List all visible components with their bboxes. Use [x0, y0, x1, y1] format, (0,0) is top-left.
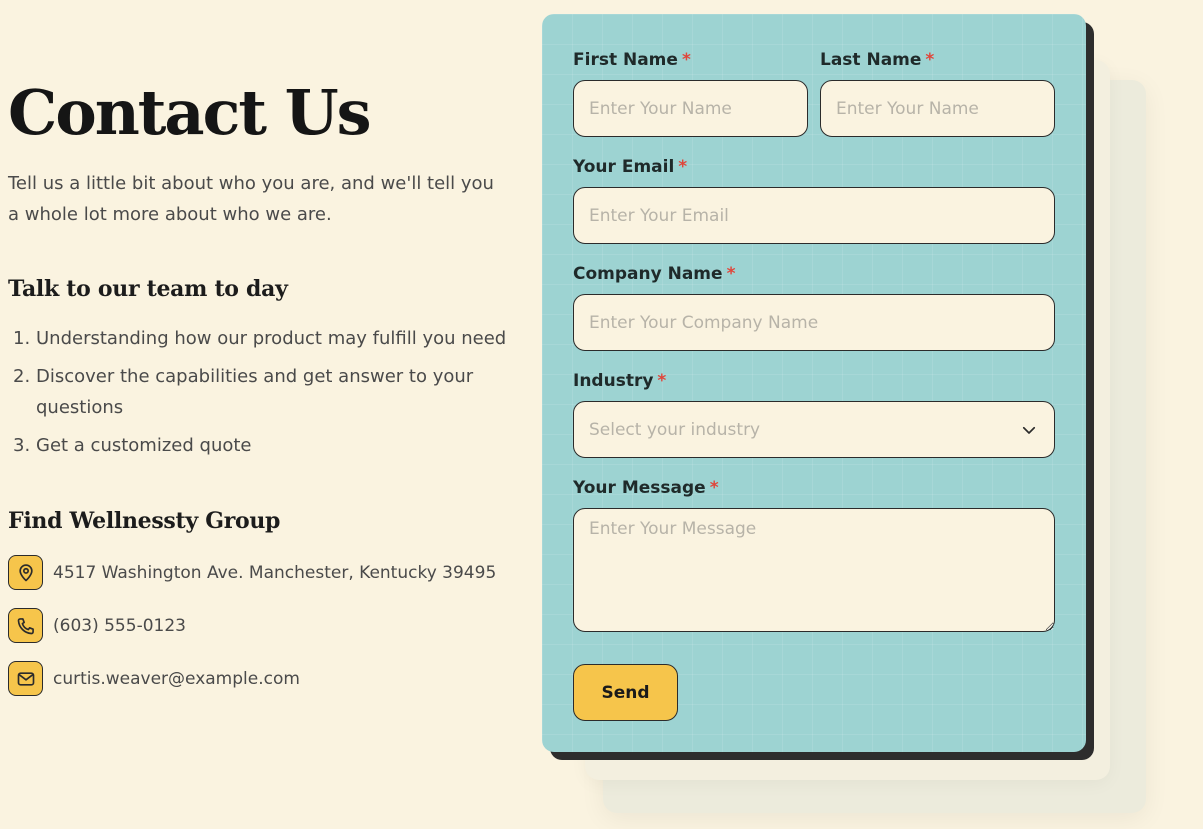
map-pin-icon	[8, 555, 43, 590]
list-item: 1. Understanding how our product may ful…	[8, 323, 518, 354]
address-text: 4517 Washington Ave. Manchester, Kentuck…	[53, 562, 497, 583]
last-name-input[interactable]	[820, 80, 1055, 137]
company-label: Company Name *	[573, 264, 736, 284]
mail-icon	[8, 661, 43, 696]
address-row: 4517 Washington Ave. Manchester, Kentuck…	[8, 555, 496, 590]
required-mark: *	[678, 157, 688, 177]
send-button[interactable]: Send	[573, 664, 678, 721]
chevron-down-icon	[1022, 426, 1036, 434]
step-number: 2.	[13, 366, 31, 387]
first-name-label: First Name *	[573, 50, 691, 70]
phone-text: (603) 555-0123	[53, 615, 186, 636]
first-name-input[interactable]	[573, 80, 808, 137]
required-mark: *	[681, 50, 691, 70]
industry-label: Industry *	[573, 371, 667, 391]
message-label: Your Message *	[573, 478, 719, 498]
step-number: 1.	[13, 328, 31, 349]
step-number: 3.	[13, 435, 31, 456]
step-text: Understanding how our product may fulfil…	[36, 328, 507, 349]
step-text: Get a customized quote	[36, 435, 252, 456]
find-heading: Find Wellnessty Group	[8, 508, 281, 534]
phone-icon	[8, 608, 43, 643]
intro-text: Tell us a little bit about who you are, …	[8, 173, 494, 225]
list-item: 3. Get a customized quote	[8, 430, 518, 461]
contact-form: First Name* Last Name* Your Email* Compa…	[542, 14, 1086, 752]
message-field: Your Message *	[573, 478, 1055, 632]
email-field: Your Email *	[573, 157, 1055, 244]
last-name-field: Last Name *	[820, 50, 1055, 137]
list-item: 2. Discover the capabilities and get ans…	[8, 361, 518, 423]
required-mark: *	[726, 264, 736, 284]
email-row: curtis.weaver@example.com	[8, 661, 300, 696]
company-field: Company Name *	[573, 264, 1055, 351]
first-name-field: First Name *	[573, 50, 808, 137]
industry-select[interactable]: Select your industry	[573, 401, 1055, 458]
company-input[interactable]	[573, 294, 1055, 351]
required-mark: *	[925, 50, 935, 70]
required-mark: *	[709, 478, 719, 498]
required-mark: *	[657, 371, 667, 391]
talk-heading: Talk to our team to day	[8, 276, 288, 302]
last-name-label: Last Name *	[820, 50, 935, 70]
email-text: curtis.weaver@example.com	[53, 668, 300, 689]
steps-list: 1. Understanding how our product may ful…	[8, 323, 518, 468]
phone-row: (603) 555-0123	[8, 608, 186, 643]
industry-field: Industry * Select your industry	[573, 371, 1055, 458]
step-text: Discover the capabilities and get answer…	[36, 366, 474, 418]
email-input[interactable]	[573, 187, 1055, 244]
page-title: Contact Us	[8, 76, 372, 149]
email-label: Your Email *	[573, 157, 688, 177]
message-textarea[interactable]	[573, 508, 1055, 632]
industry-select-value: Select your industry	[589, 419, 761, 440]
